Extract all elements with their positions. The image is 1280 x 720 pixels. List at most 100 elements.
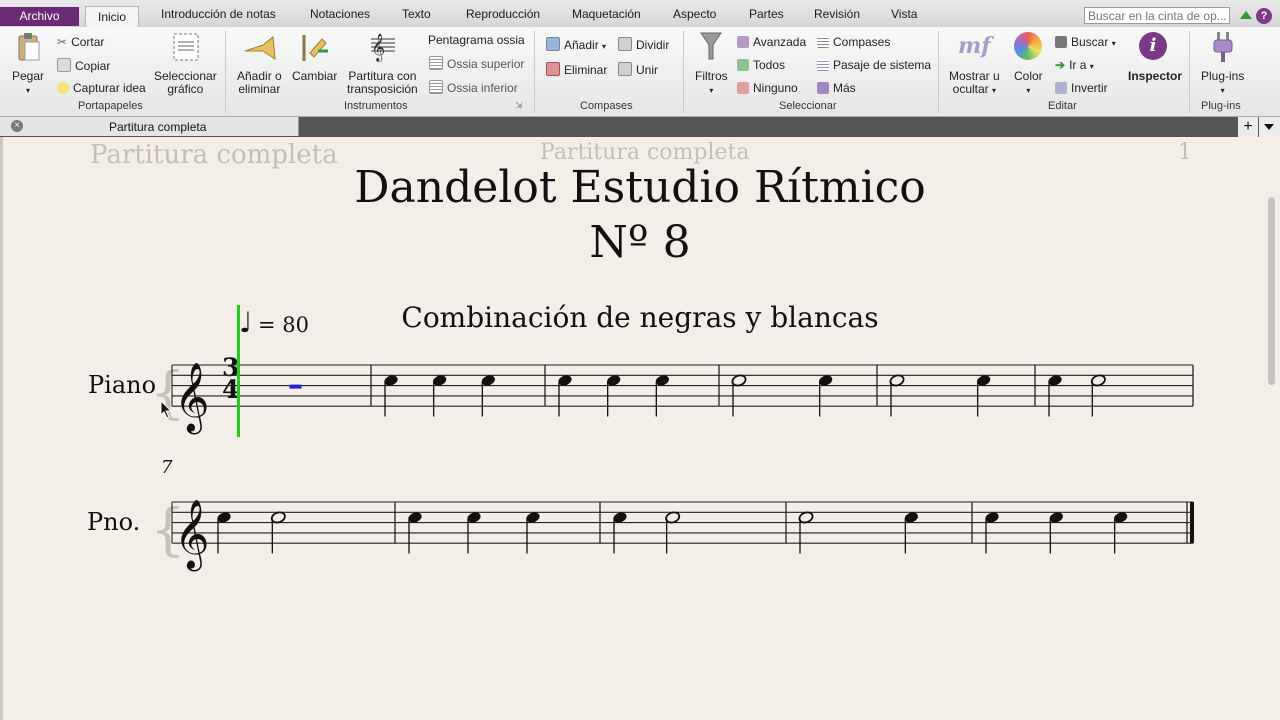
tab-introduccion-de-notas[interactable]: Introducción de notas [161,7,276,21]
select-bars-label: Compases [833,35,891,49]
select-graphic-label-2: gráfico [167,82,204,96]
change-instrument-button[interactable]: Cambiar [292,70,337,83]
group-separator [683,31,684,113]
tab-reproduccion[interactable]: Reproducción [466,7,540,21]
plugins-button-label: Plug-ins [1201,69,1245,83]
group-separator [1189,31,1190,113]
select-advanced-button[interactable]: Avanzada [737,35,806,49]
system-passage-button[interactable]: Pasaje de sistema [817,58,931,72]
find-button[interactable]: Buscar ▾ [1055,35,1116,49]
tab-archivo[interactable]: Archivo [0,7,79,26]
delete-bars-button[interactable]: Eliminar [546,62,607,77]
paste-label: Pegar [12,69,45,83]
collapse-ribbon-icon[interactable] [1240,11,1252,19]
flip-label: Invertir [1071,81,1108,95]
add-bars-button[interactable]: Añadir ▾ [546,37,606,52]
ossia-below-button[interactable]: Ossia inferior [429,80,518,95]
svg-text:𝄞: 𝄞 [371,33,385,62]
show-hide-label-1: Mostrar u [949,69,1000,83]
copy-button[interactable]: Copiar [57,58,110,73]
ossia-above-button[interactable]: Ossia superior [429,56,524,71]
select-all-button[interactable]: Todos [737,58,785,72]
tab-aspecto[interactable]: Aspecto [673,7,716,21]
add-bars-icon [546,37,560,51]
plugins-button[interactable]: Plug-ins ▾ [1201,70,1244,97]
tab-notaciones[interactable]: Notaciones [310,7,370,21]
document-tab-label: Partitura completa [109,120,207,134]
whole-rest [289,384,302,389]
paste-icon [18,33,40,61]
transposing-label-1: Partitura con [348,69,417,83]
color-wheel-icon [1014,32,1042,60]
mouse-pointer-icon [160,400,173,419]
select-all-label: Todos [753,58,786,72]
select-none-button[interactable]: Ninguno [737,81,798,95]
go-to-arrow-icon: ➔ [1055,58,1066,72]
group-label-plugins: Plug-ins [1201,100,1241,112]
group-separator [534,31,535,113]
select-more-icon [817,82,829,94]
split-bar-button[interactable]: Dividir [618,37,669,52]
capture-idea-button[interactable]: Capturar idea [57,81,146,95]
lightbulb-icon [57,82,69,94]
select-all-icon [737,59,749,71]
flip-button[interactable]: Invertir [1055,81,1108,95]
system-passage-icon [817,59,829,71]
music-staves[interactable]: {𝄞{𝄞 [0,137,1264,720]
group-separator [938,31,939,113]
filters-button[interactable]: Filtros ▾ [695,70,728,97]
cut-label: Cortar [71,35,105,49]
help-icon[interactable]: ? [1256,8,1272,24]
close-tab-icon[interactable]: × [11,120,23,132]
ribbon: Pegar ▾ ✂ Cortar Copiar Capturar idea Sele… [0,27,1280,117]
inspector-button[interactable]: Inspector [1128,70,1182,83]
go-to-button[interactable]: ➔ Ir a ▾ [1055,58,1094,72]
flip-icon [1055,82,1067,94]
tab-menu-icon[interactable] [1259,117,1280,137]
ossia-below-icon [429,80,443,94]
document-tab[interactable]: × Partitura completa [0,117,299,136]
inspector-info-icon: i [1139,32,1167,60]
join-bars-icon [618,62,632,76]
select-more-button[interactable]: Más [817,81,856,95]
new-tab-plus-icon[interactable]: + [1238,117,1258,137]
vertical-scrollbar-thumb[interactable] [1268,197,1275,385]
tab-texto[interactable]: Texto [402,7,431,21]
find-label: Buscar [1071,35,1109,49]
select-graphic-button[interactable]: Seleccionar gráfico [154,70,217,96]
select-bars-icon [817,36,829,48]
scissors-icon: ✂ [57,35,68,49]
ribbon-search-input[interactable] [1084,7,1230,24]
join-bars-button[interactable]: Unir [618,62,658,77]
tab-partes[interactable]: Partes [749,7,784,21]
cut-button[interactable]: ✂ Cortar [57,35,104,49]
transposing-score-button[interactable]: Partitura con transposición [347,70,418,96]
document-tab-bar: × Partitura completa + [0,117,1280,137]
tab-vista[interactable]: Vista [891,7,917,21]
ossia-staff-header: Pentagrama ossia [428,33,525,47]
show-hide-button[interactable]: Mostrar u ocultar ▾ [949,70,1000,97]
paste-button[interactable]: Pegar ▾ [12,70,44,97]
join-bars-label: Unir [636,63,659,77]
group-label-instrumentos: Instrumentos [344,100,408,112]
instruments-dialog-launcher-icon[interactable]: ⇲ [515,100,523,111]
group-separator [225,31,226,113]
color-button[interactable]: Color ▾ [1014,70,1043,97]
add-bars-label: Añadir [564,38,599,52]
tab-revision[interactable]: Revisión [814,7,860,21]
split-bar-icon [618,37,632,51]
add-remove-instrument-button[interactable]: Añadir o eliminar [237,70,282,96]
add-remove-label-2: eliminar [238,82,281,96]
copy-icon [57,58,71,72]
select-none-label: Ninguno [753,81,798,95]
tab-maquetacion[interactable]: Maquetación [572,7,641,21]
treble-clef: 𝄞 [174,499,209,571]
select-bars-button[interactable]: Compases [817,35,890,49]
transposing-label-2: transposición [347,82,418,96]
tab-inicio[interactable]: Inicio [85,6,140,28]
group-label-seleccionar: Seleccionar [779,100,837,112]
go-to-label: Ir a [1069,58,1087,72]
show-hide-mf-icon: mf [958,33,991,59]
ossia-above-label: Ossia superior [447,57,525,71]
copy-label: Copiar [75,59,111,73]
